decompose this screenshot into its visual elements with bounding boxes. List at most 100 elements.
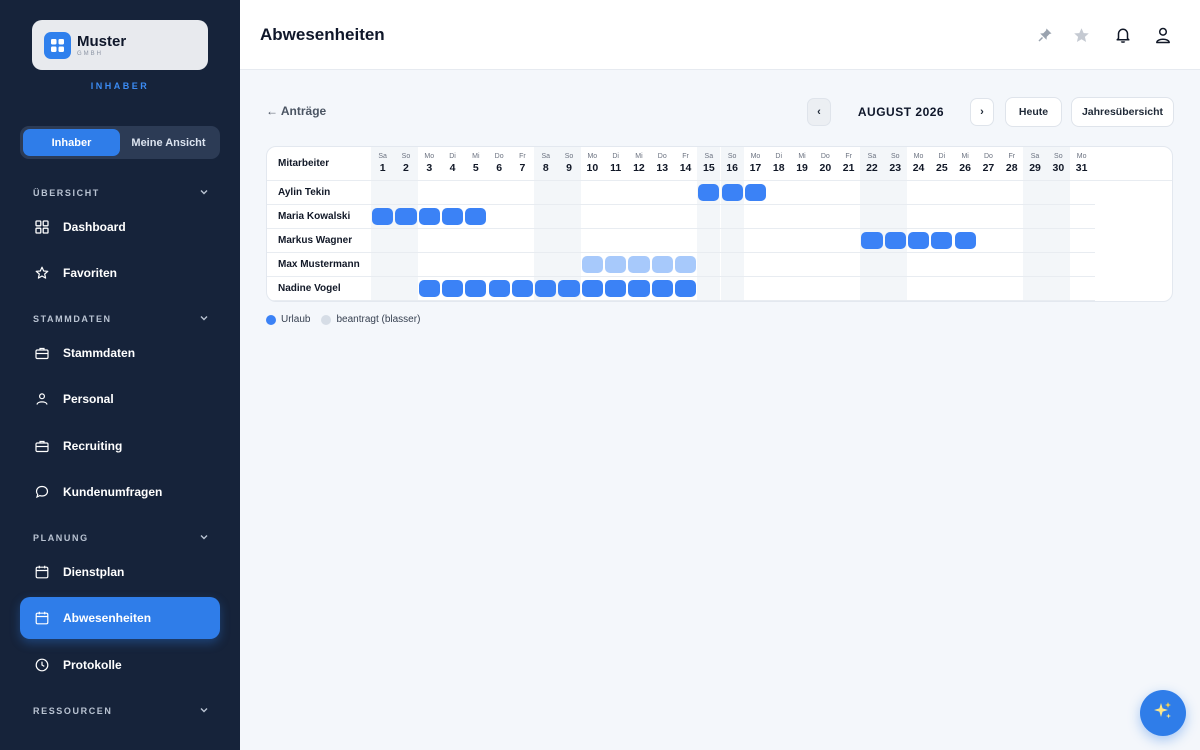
- day-column-header: So 23: [884, 147, 907, 174]
- weekday-label: Mo: [424, 153, 435, 160]
- absence-block-approved[interactable]: [628, 280, 650, 297]
- absence-block-approved[interactable]: [395, 208, 417, 225]
- absence-block-pending[interactable]: [674, 256, 697, 273]
- toggle-my-view-button[interactable]: Meine Ansicht: [120, 129, 217, 156]
- employee-name[interactable]: Max Mustermann: [278, 259, 360, 270]
- day-number: 23: [889, 162, 902, 174]
- day-number: 2: [403, 162, 409, 174]
- employee-name[interactable]: Nadine Vogel: [278, 283, 341, 294]
- toggle-owner-button[interactable]: Inhaber: [23, 129, 120, 156]
- sidebar-item-recruiting[interactable]: Recruiting: [20, 425, 220, 467]
- absence-block-approved[interactable]: [535, 280, 557, 297]
- absence-block-approved[interactable]: [418, 280, 440, 297]
- bell-icon[interactable]: [1113, 25, 1133, 45]
- day-number: 31: [1075, 162, 1088, 174]
- day-column-header: Do 27: [977, 147, 1000, 174]
- absence-block-approved[interactable]: [674, 280, 697, 297]
- absence-block-approved[interactable]: [581, 280, 603, 297]
- absence-block-approved[interactable]: [558, 280, 580, 297]
- absence-block-approved[interactable]: [931, 232, 953, 249]
- absence-block-pending[interactable]: [581, 256, 603, 273]
- back-to-requests-link[interactable]: ← Anträge: [266, 104, 326, 118]
- day-column-header: Mo 31: [1070, 147, 1093, 174]
- day-column-header: Di 25: [930, 147, 953, 174]
- weekday-label: Do: [657, 153, 667, 160]
- year-overview-button[interactable]: Jahresübersicht: [1071, 97, 1174, 127]
- day-number: 5: [472, 162, 479, 174]
- absence-block-approved[interactable]: [441, 208, 464, 225]
- absence-block-pending[interactable]: [651, 256, 673, 273]
- employee-name[interactable]: Markus Wagner: [278, 235, 352, 246]
- brand-card[interactable]: Muster GMBH: [32, 20, 208, 70]
- sidebar-item-dienstplan[interactable]: Dienstplan: [20, 551, 220, 593]
- section-resources[interactable]: RESSOURCEN: [33, 705, 209, 717]
- sparkles-icon: [1152, 700, 1174, 727]
- user-profile-icon[interactable]: [1153, 25, 1173, 45]
- ai-assistant-button[interactable]: [1140, 690, 1186, 736]
- absence-block-approved[interactable]: [861, 232, 883, 249]
- sidebar-item-stammdaten[interactable]: Stammdaten: [20, 332, 220, 374]
- employee-name[interactable]: Aylin Tekin: [278, 187, 330, 198]
- sidebar-item-favoriten[interactable]: Favoriten: [20, 252, 220, 294]
- absence-block-approved[interactable]: [884, 232, 906, 249]
- day-number: 7: [519, 162, 526, 174]
- absence-block-approved[interactable]: [511, 280, 534, 297]
- star-icon: [34, 266, 49, 281]
- weekday-label: Sa: [1030, 153, 1040, 160]
- absence-block-approved[interactable]: [744, 184, 767, 201]
- absence-block-approved[interactable]: [372, 208, 394, 225]
- today-button[interactable]: Heute: [1005, 97, 1062, 127]
- absence-block-pending[interactable]: [605, 256, 627, 273]
- day-number: 11: [610, 162, 622, 174]
- section-planning[interactable]: PLANUNG: [33, 532, 209, 544]
- sidebar-item-abwesenheiten[interactable]: Abwesenheiten: [20, 597, 220, 639]
- top-header: Abwesenheiten: [240, 0, 1200, 70]
- sidebar-item-kundenumfragen[interactable]: Kundenumfragen: [20, 471, 220, 513]
- absence-block-approved[interactable]: [441, 280, 464, 297]
- chat-bubble-icon: [34, 485, 49, 500]
- weekday-label: Sa: [867, 153, 877, 160]
- sidebar-item-protokolle[interactable]: Protokolle: [20, 644, 220, 686]
- sidebar: Muster GMBH INHABER Inhaber Meine Ansich…: [0, 0, 240, 750]
- absence-block-approved[interactable]: [651, 280, 673, 297]
- day-number: 14: [679, 162, 692, 174]
- sidebar-item-personal[interactable]: Personal: [20, 378, 220, 420]
- weekday-label: Sa: [378, 153, 387, 160]
- absence-block-pending[interactable]: [628, 256, 650, 273]
- day-number: 6: [496, 162, 503, 174]
- day-number: 18: [772, 162, 785, 174]
- absence-block-approved[interactable]: [418, 208, 440, 225]
- employee-row: Aylin Tekin: [267, 181, 1095, 205]
- prev-month-button[interactable]: ‹: [807, 98, 831, 126]
- absence-block-approved[interactable]: [605, 280, 627, 297]
- absence-block-approved[interactable]: [698, 184, 720, 201]
- sidebar-item-label: Personal: [63, 392, 114, 406]
- day-column-header: Do 20: [814, 147, 837, 174]
- section-overview[interactable]: ÜBERSICHT: [33, 187, 209, 199]
- employee-name[interactable]: Maria Kowalski: [278, 211, 350, 222]
- day-column-header: Mi 26: [954, 147, 977, 174]
- day-column-header: Sa 29: [1023, 147, 1046, 174]
- weekday-label: Di: [449, 153, 456, 160]
- day-number: 1: [379, 162, 386, 174]
- absence-block-approved[interactable]: [465, 280, 487, 297]
- weekday-label: Mo: [587, 153, 598, 160]
- absence-block-approved[interactable]: [907, 232, 930, 249]
- legend-label: beantragt (blasser): [336, 314, 421, 325]
- absence-block-approved[interactable]: [488, 280, 510, 297]
- day-column-header: Fr 21: [837, 147, 860, 174]
- sidebar-item-label: Protokolle: [63, 658, 122, 672]
- absence-block-approved[interactable]: [465, 208, 487, 225]
- section-title: STAMMDATEN: [33, 314, 112, 324]
- weekday-label: Di: [612, 153, 619, 160]
- next-month-button[interactable]: ›: [970, 98, 994, 126]
- day-number: 17: [749, 162, 762, 174]
- star-icon[interactable]: [1071, 25, 1091, 45]
- pin-icon[interactable]: [1035, 25, 1055, 45]
- absence-block-approved[interactable]: [721, 184, 743, 201]
- sidebar-item-dashboard[interactable]: Dashboard: [20, 206, 220, 248]
- absence-block-approved[interactable]: [954, 232, 976, 249]
- day-column-header: Sa 8: [534, 147, 557, 174]
- day-number: 15: [702, 162, 715, 174]
- section-master-data[interactable]: STAMMDATEN: [33, 313, 209, 325]
